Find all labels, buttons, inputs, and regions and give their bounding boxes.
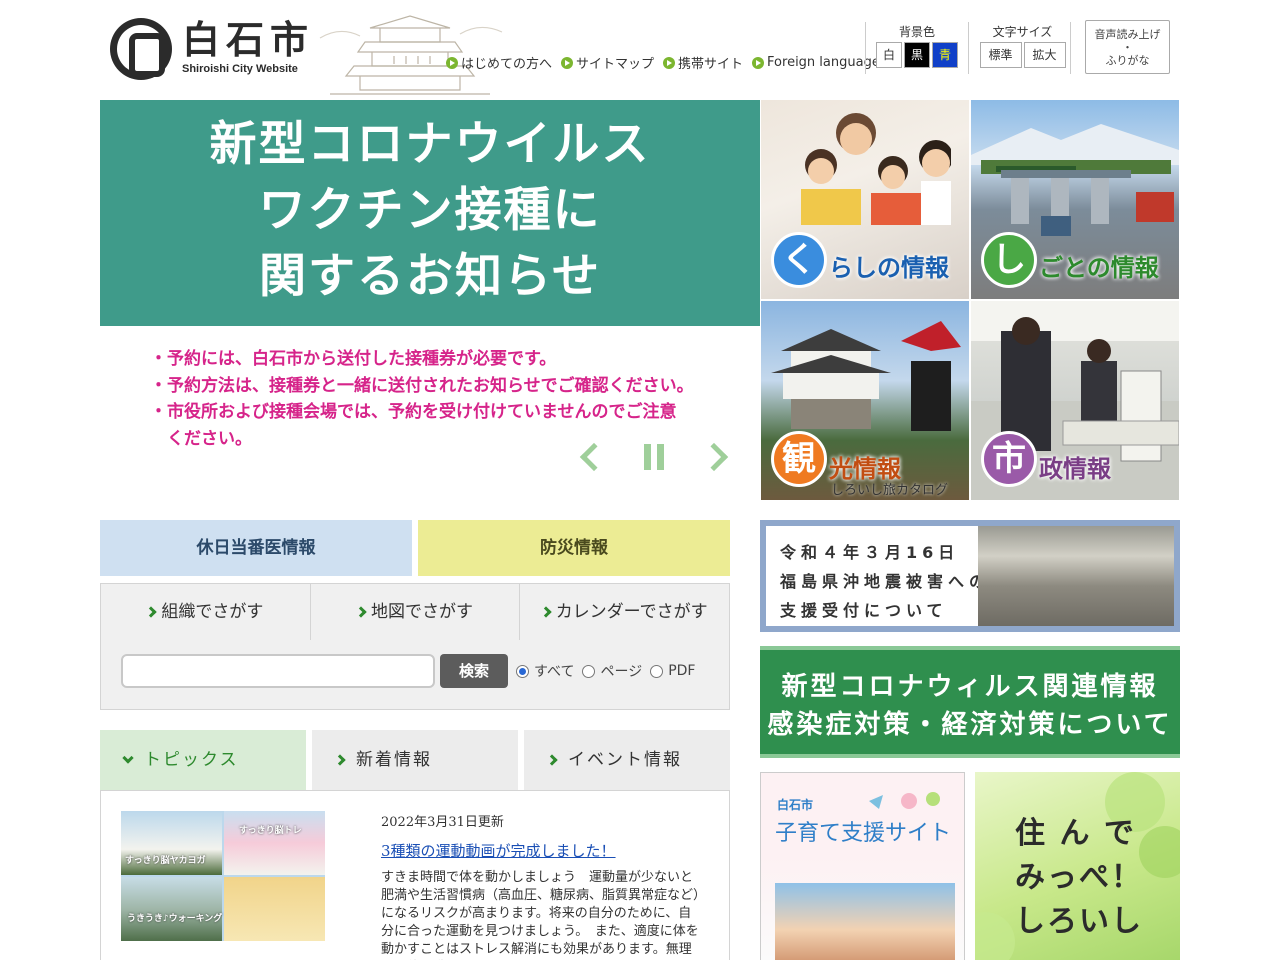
- chevron-right-icon: [145, 606, 157, 618]
- arrow-circle-icon: [446, 56, 458, 69]
- fontsize-title: 文字サイズ: [992, 25, 1053, 39]
- tile-tourism-info[interactable]: 観 光情報 しろいし旅カタログ: [761, 301, 969, 500]
- chevron-right-icon: [546, 754, 558, 766]
- background-color-control: 背景色 白 黒 青: [865, 22, 969, 74]
- scope-page-radio[interactable]: ページ: [582, 661, 642, 681]
- tab-topics[interactable]: トピックス: [100, 730, 306, 790]
- chevron-right-icon: [540, 606, 552, 618]
- city-admin-badge: 市: [981, 431, 1037, 487]
- bg-white-button[interactable]: 白: [876, 42, 902, 68]
- scope-all-radio[interactable]: すべて: [516, 661, 574, 681]
- topic-thumbnail[interactable]: すっきり脳トレ すっきり脳ヤカヨガ うきうき♪ウォーキング: [121, 811, 325, 941]
- chevron-right-icon: [355, 606, 367, 618]
- castle-photo: [771, 321, 961, 431]
- tile-living-info[interactable]: く らしの情報: [761, 100, 969, 299]
- font-standard-button[interactable]: 標準: [979, 42, 1022, 68]
- search-by-calendar-tab[interactable]: カレンダーでさがす: [520, 584, 729, 640]
- slideshow-controls: [579, 442, 729, 472]
- topic-description: すきま時間で体を動かしましょう 運動量が少ないと肥満や生活習慣病（高血圧、糖尿病…: [381, 870, 700, 957]
- site-logo[interactable]: 白石市 Shiroishi City Website: [110, 18, 314, 80]
- living-badge: く: [771, 232, 827, 288]
- scope-pdf-radio[interactable]: PDF: [650, 663, 695, 679]
- bg-blue-button[interactable]: 青: [932, 42, 958, 68]
- link-foreign-language[interactable]: Foreign language: [752, 53, 880, 72]
- chevron-right-icon: [334, 754, 346, 766]
- work-badge: し: [981, 232, 1037, 288]
- slide-headline: 新型コロナウイルス ワクチン接種に 関するお知らせ: [100, 100, 760, 326]
- link-first-time[interactable]: はじめての方へ: [446, 53, 552, 72]
- thumbnail-caption: すっきり脳ヤカヨガ: [125, 856, 206, 866]
- bgcolor-title: 背景色: [898, 25, 935, 39]
- main-slideshow[interactable]: 新型コロナウイルス ワクチン接種に 関するお知らせ ・予約には、白石市から送付し…: [100, 100, 760, 500]
- covid-info-banner[interactable]: 新型コロナウィルス関連情報 感染症対策・経済対策について: [760, 646, 1180, 758]
- city-admin-label: 政情報: [1039, 455, 1111, 483]
- radio-unchecked-icon: [650, 664, 664, 678]
- children-photo: [775, 883, 955, 960]
- search-by-map-tab[interactable]: 地図でさがす: [311, 584, 521, 640]
- topic-item: すっきり脳トレ すっきり脳ヤカヨガ うきうき♪ウォーキング 2022年3月31日…: [100, 790, 730, 960]
- tile-work-info[interactable]: し ごとの情報: [971, 100, 1179, 299]
- tab-new-info[interactable]: 新着情報: [312, 730, 518, 790]
- live-in-shiroishi-banner[interactable]: 住 ん で みっぺ！ しろいし: [975, 772, 1180, 960]
- next-slide-icon[interactable]: [699, 442, 729, 472]
- thumbnail-caption: うきうき♪ウォーキング: [127, 914, 223, 924]
- chevron-down-icon: [122, 751, 134, 764]
- earthquake-damage-photo: [978, 526, 1174, 626]
- link-mobile-site[interactable]: 携帯サイト: [663, 53, 743, 72]
- search-input[interactable]: [121, 654, 435, 688]
- font-large-button[interactable]: 拡大: [1023, 42, 1066, 68]
- city-emblem-icon: [110, 18, 172, 80]
- childcare-site-banner[interactable]: 白石市 子育て支援サイト: [760, 772, 965, 960]
- tab-events[interactable]: イベント情報: [524, 730, 730, 790]
- search-by-org-tab[interactable]: 組織でさがす: [101, 584, 311, 640]
- topic-date: 2022年3月31日更新: [381, 815, 504, 830]
- arrow-circle-icon: [663, 56, 676, 69]
- arrow-circle-icon: [561, 56, 574, 69]
- link-sitemap[interactable]: サイトマップ: [561, 53, 654, 72]
- logo-name: 白石市: [182, 18, 315, 62]
- arrow-circle-icon: [752, 56, 765, 69]
- search-panel: 組織でさがす 地図でさがす カレンダーでさがす 検索 すべて ページ PDF: [100, 583, 730, 710]
- search-button[interactable]: 検索: [440, 654, 508, 688]
- tourism-badge: 観: [771, 431, 827, 487]
- holiday-doctor-button[interactable]: 休日当番医情報: [100, 520, 412, 576]
- thumbnail-caption: すっきり脳トレ: [239, 826, 302, 836]
- living-label: らしの情報: [829, 254, 949, 282]
- header-links: はじめての方へ サイトマップ 携帯サイト Foreign language: [446, 53, 880, 72]
- earthquake-support-banner[interactable]: 令和４年３月16日 福島県沖地震被害への 支援受付について: [760, 520, 1180, 632]
- radio-unchecked-icon: [582, 664, 596, 678]
- family-photo: [801, 113, 951, 225]
- voice-furigana-button[interactable]: 音声読み上げ ・ ふりがな: [1085, 20, 1170, 74]
- radio-checked-icon: [516, 664, 529, 678]
- bg-black-button[interactable]: 黒: [904, 42, 930, 68]
- font-size-control: 文字サイズ 標準 拡大: [975, 22, 1071, 74]
- balloons-icon: [869, 792, 940, 809]
- childcare-city: 白石市: [777, 798, 814, 812]
- slide-notes: ・予約には、白石市から送付した接種券が必要です。 ・予約方法は、接種券と一緒に送…: [150, 349, 694, 449]
- news-tabs: トピックス 新着情報 イベント情報: [100, 730, 730, 790]
- disaster-info-button[interactable]: 防災情報: [418, 520, 730, 576]
- pause-icon[interactable]: [644, 444, 664, 470]
- tourism-subtitle: しろいし旅カタログ: [831, 483, 949, 498]
- work-label: ごとの情報: [1039, 254, 1159, 282]
- tile-city-admin-info[interactable]: 市 政情報: [971, 301, 1179, 500]
- prev-slide-icon[interactable]: [579, 442, 609, 472]
- topic-title-link[interactable]: 3種類の運動動画が完成しました！: [381, 840, 701, 861]
- logo-subtitle: Shiroishi City Website: [182, 63, 298, 75]
- tollgate-photo: [971, 124, 1179, 236]
